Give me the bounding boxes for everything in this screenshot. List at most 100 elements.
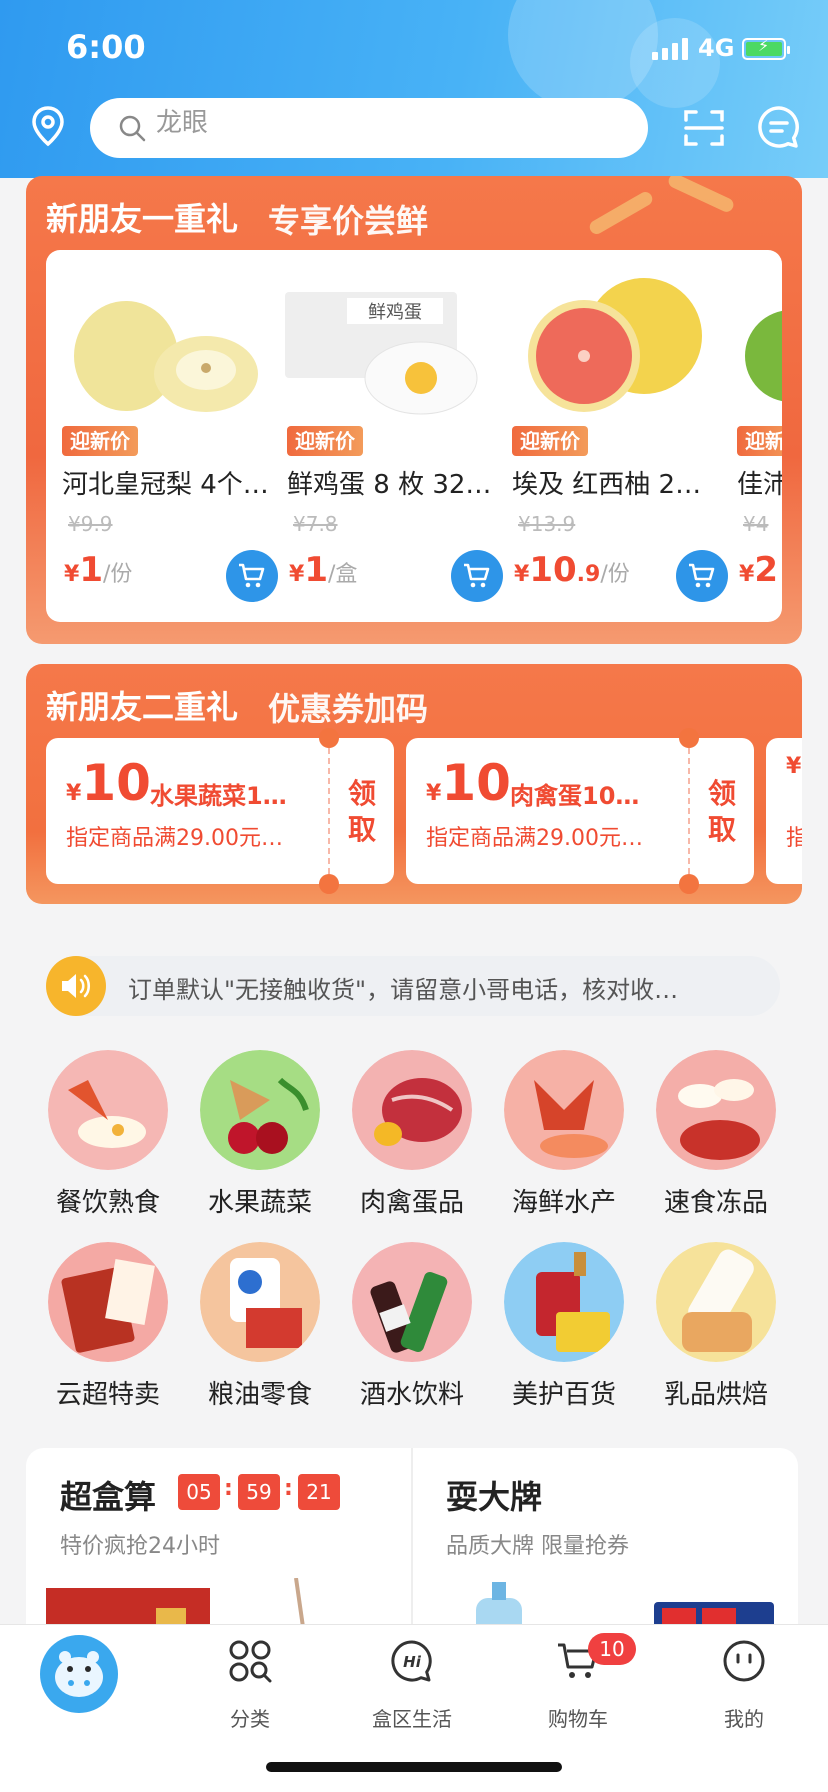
meat-egg-image — [352, 1050, 472, 1170]
claim-coupon-button[interactable]: 领取 — [340, 776, 384, 848]
product-card[interactable]: 迎新价 河北皇冠梨 4个… ¥9.9 ¥1/份 — [46, 250, 278, 622]
product-name: 佳沛 — [737, 470, 782, 500]
countdown-separator: : — [224, 1476, 233, 1501]
product-card[interactable]: 迎新价 埃及 红西柚 2… ¥13.9 ¥10.9/份 — [496, 250, 728, 622]
drinks-image — [352, 1242, 472, 1362]
tab-mine[interactable]: 我的 — [684, 1625, 804, 1745]
category-drinks[interactable]: 酒水饮料 — [336, 1242, 488, 1412]
new-price-badge: 迎新价 — [62, 426, 138, 456]
product-old-price: ¥7.8 — [293, 512, 338, 536]
speaker-icon — [46, 956, 106, 1016]
category-dairy-bakery[interactable]: 乳品烘焙 — [640, 1242, 792, 1412]
dairy-bakery-image — [656, 1242, 776, 1362]
product-old-price: ¥13.9 — [518, 512, 576, 536]
claim-coupon-button[interactable]: 领取 — [700, 776, 744, 848]
notice-text: 订单默认"无接触收货"，请留意小哥电话，核对收… — [128, 976, 679, 1004]
coupon-notch — [319, 728, 339, 748]
category-label: 云超特卖 — [55, 1380, 160, 1410]
coupon-card[interactable]: ¥ 指 — [766, 738, 802, 884]
promo2-title: 新朋友二重礼 — [46, 688, 239, 726]
dining-image — [48, 1050, 168, 1170]
coupon-notch — [679, 728, 699, 748]
coupon-divider — [688, 748, 690, 874]
category-frozen[interactable]: 速食冻品 — [640, 1050, 792, 1220]
hippo-logo-icon — [55, 1651, 103, 1697]
promo1-subtitle: 专享价尝鲜 — [268, 202, 429, 240]
countdown-minutes: 59 — [238, 1474, 280, 1510]
product-card[interactable]: 迎新 佳沛 ¥4 ¥2 — [721, 250, 782, 622]
countdown-seconds: 21 — [298, 1474, 340, 1510]
product-old-price: ¥4 — [743, 512, 769, 536]
big-brand-subtitle: 品质大牌 限量抢券 — [446, 1534, 629, 1559]
tab-label: 分类 — [230, 1707, 270, 1731]
deals-card: 超盒算 05 : 59 : 21 特价疯抢24小时 耍大牌 品质大牌 限量抢券 — [26, 1448, 798, 1648]
svg-text:Hi: Hi — [403, 1653, 422, 1671]
tab-label: 购物车 — [548, 1707, 608, 1731]
coupon-notch — [679, 874, 699, 894]
flash-deal-subtitle: 特价疯抢24小时 — [60, 1534, 220, 1559]
search-bar[interactable]: 龙眼 — [90, 98, 648, 158]
category-label: 餐饮熟食 — [55, 1188, 160, 1218]
product-price: ¥10.9/份 — [514, 550, 630, 590]
category-seafood[interactable]: 海鲜水产 — [488, 1050, 640, 1220]
category-fruit-veg[interactable]: 水果蔬菜 — [184, 1050, 336, 1220]
new-price-badge: 迎新价 — [287, 426, 363, 456]
fruit-veg-image — [200, 1050, 320, 1170]
product-card[interactable]: 鲜鸡蛋 迎新价 鲜鸡蛋 8 枚 320g ¥7.8 ¥1/盒 — [271, 250, 503, 622]
home-tab[interactable] — [40, 1635, 118, 1713]
search-icon — [119, 115, 146, 142]
grapefruit-image — [528, 278, 702, 412]
category-meat-egg[interactable]: 肉禽蛋品 — [336, 1050, 488, 1220]
notice-bar[interactable]: 订单默认"无接触收货"，请留意小哥电话，核对收… — [46, 956, 780, 1016]
promo2-subtitle: 优惠券加码 — [268, 690, 429, 728]
category-grain-snack[interactable]: 粮油零食 — [184, 1242, 336, 1412]
seafood-image — [504, 1050, 624, 1170]
coupon-desc: 指 — [786, 820, 802, 852]
category-flash-sale[interactable]: 云超特卖 — [32, 1242, 184, 1412]
tab-hema-life[interactable]: Hi 盒区生活 — [352, 1625, 472, 1745]
category-label: 水果蔬菜 — [207, 1188, 312, 1218]
status-bar: 6:00 4G — [0, 0, 828, 96]
battery-icon — [742, 36, 790, 60]
countdown-hours: 05 — [178, 1474, 220, 1510]
coupon-card[interactable]: ¥10 肉禽蛋10… 指定商品满29.00元… 领取 — [406, 728, 754, 894]
search-placeholder: 龙眼 — [156, 108, 209, 138]
svg-text:鲜鸡蛋: 鲜鸡蛋 — [368, 302, 422, 323]
scan-icon[interactable] — [682, 106, 726, 150]
category-label: 美护百货 — [511, 1380, 616, 1410]
message-icon[interactable] — [756, 104, 802, 150]
category-beauty-daily[interactable]: 美护百货 — [488, 1242, 640, 1412]
coupon-notch — [319, 874, 339, 894]
hi-chat-icon: Hi — [391, 1640, 432, 1682]
category-dining[interactable]: 餐饮熟食 — [32, 1050, 184, 1220]
face-icon — [723, 1640, 765, 1682]
countdown-separator: : — [284, 1476, 293, 1501]
ribbon-decoration — [587, 189, 655, 237]
coupon-title: 水果蔬菜1… — [150, 782, 287, 810]
tab-label: 盒区生活 — [372, 1707, 452, 1731]
pear-image — [74, 301, 258, 412]
tab-label: 我的 — [724, 1707, 764, 1731]
coupon-amount: ¥10 — [426, 754, 511, 812]
coupon-card[interactable]: ¥10 水果蔬菜1… 指定商品满29.00元… 领取 — [46, 728, 394, 894]
tab-category[interactable]: 分类 — [190, 1625, 310, 1745]
tab-cart[interactable]: 10 购物车 — [518, 1625, 638, 1745]
location-icon[interactable] — [26, 104, 70, 148]
category-label: 酒水饮料 — [359, 1380, 464, 1410]
product-name: 埃及 红西柚 2… — [512, 470, 702, 500]
beauty-daily-image — [504, 1242, 624, 1362]
coupon-amount: ¥10 — [66, 754, 151, 812]
cart-icon — [689, 563, 715, 588]
category-label: 速食冻品 — [663, 1188, 768, 1218]
product-name: 鲜鸡蛋 8 枚 320g — [287, 470, 497, 500]
product-name: 河北皇冠梨 4个… — [62, 470, 269, 500]
kiwi-image — [745, 310, 782, 402]
product-price: ¥2 — [739, 550, 778, 590]
promo1-title: 新朋友一重礼 — [46, 200, 239, 238]
coupon-title: 肉禽蛋10… — [510, 782, 640, 810]
big-brand-title[interactable]: 耍大牌 — [446, 1472, 542, 1518]
promo-new-friend-1: 新朋友一重礼 专享价尝鲜 迎新价 河北皇冠梨 4个… ¥9.9 ¥1/份 鲜鸡蛋… — [26, 176, 802, 644]
category-label: 乳品烘焙 — [663, 1380, 768, 1410]
flash-deal-title[interactable]: 超盒算 — [60, 1472, 156, 1518]
network-type: 4G — [698, 34, 735, 62]
